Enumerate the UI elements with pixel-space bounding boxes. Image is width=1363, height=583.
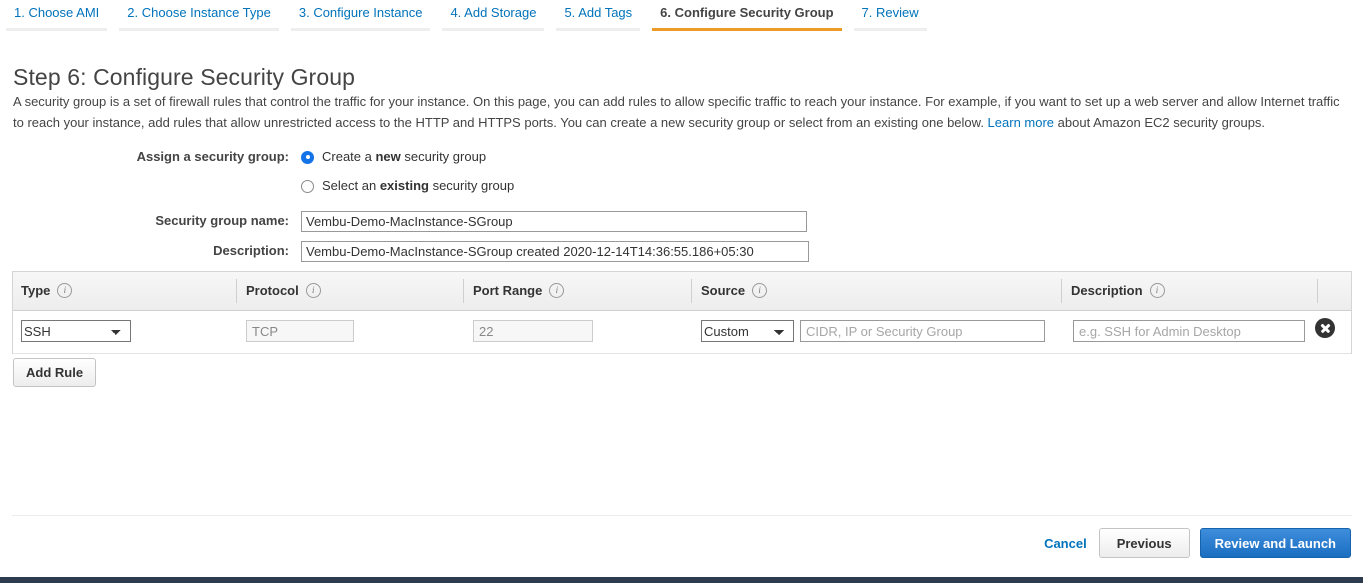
tab-underline xyxy=(119,28,279,31)
footer-divider xyxy=(12,515,1352,516)
learn-more-link[interactable]: Learn more xyxy=(988,115,1054,130)
wizard-tab-bar: 1. Choose AMI 2. Choose Instance Type 3.… xyxy=(0,0,1363,34)
wizard-tab-label: 6. Configure Security Group xyxy=(660,5,834,20)
page-description: A security group is a set of firewall ru… xyxy=(13,91,1353,133)
wizard-tab-label: 2. Choose Instance Type xyxy=(127,5,271,20)
radio-option-create-new[interactable]: Create a new security group xyxy=(301,147,514,167)
wizard-tab-label: 1. Choose AMI xyxy=(14,5,100,20)
tab-underline xyxy=(556,28,641,31)
wizard-tab-label: 3. Configure Instance xyxy=(298,5,423,20)
security-group-description-row: Description: xyxy=(13,241,809,262)
previous-button[interactable]: Previous xyxy=(1098,528,1190,558)
column-header-type-label: Type xyxy=(21,283,51,298)
radio-create-new[interactable] xyxy=(301,150,314,164)
column-header-source: Source i xyxy=(701,283,768,298)
radio-option-select-existing[interactable]: Select an existing security group xyxy=(301,176,514,196)
intro-text-part2: about Amazon EC2 security groups. xyxy=(1054,115,1266,130)
rule-source-cidr-input[interactable] xyxy=(800,320,1045,342)
column-divider xyxy=(463,279,464,303)
wizard-tab-choose-instance-type[interactable]: 2. Choose Instance Type xyxy=(113,0,285,31)
security-group-rules-table: Type i Protocol i Port Range i Source i … xyxy=(12,271,1352,354)
rule-description-input[interactable] xyxy=(1073,320,1305,342)
column-header-source-label: Source xyxy=(701,283,746,298)
cancel-link[interactable]: Cancel xyxy=(1044,536,1087,551)
review-and-launch-button[interactable]: Review and Launch xyxy=(1199,528,1351,558)
radio-select-existing[interactable] xyxy=(301,179,314,193)
security-group-description-input[interactable] xyxy=(301,241,809,262)
tab-underline xyxy=(853,28,927,31)
rule-type-select[interactable]: SSH xyxy=(21,320,131,342)
info-icon-port-range[interactable]: i xyxy=(549,283,565,298)
column-divider xyxy=(236,279,237,303)
info-icon-type[interactable]: i xyxy=(57,283,73,298)
rule-source-type-select[interactable]: Custom xyxy=(701,320,794,342)
wizard-tab-label: 7. Review xyxy=(861,5,919,20)
rules-table-header: Type i Protocol i Port Range i Source i … xyxy=(13,272,1351,311)
assign-security-group-row: Assign a security group: Create a new se… xyxy=(13,147,515,196)
security-group-name-label: Security group name: xyxy=(155,213,289,228)
wizard-tab-choose-ami[interactable]: 1. Choose AMI xyxy=(0,0,113,31)
tab-underline xyxy=(290,28,431,31)
security-group-name-row: Security group name: xyxy=(13,211,807,232)
column-header-description: Description i xyxy=(1071,283,1165,298)
tab-underline xyxy=(442,28,545,31)
wizard-tab-add-storage[interactable]: 4. Add Storage xyxy=(436,0,550,31)
wizard-tab-label: 5. Add Tags xyxy=(564,5,633,20)
info-icon-source[interactable]: i xyxy=(752,283,768,298)
security-group-name-input[interactable] xyxy=(301,211,807,232)
column-divider xyxy=(691,279,692,303)
bottom-status-bar xyxy=(0,577,1363,583)
tab-underline-active xyxy=(652,28,842,31)
column-divider xyxy=(1317,279,1318,303)
wizard-tab-label: 4. Add Storage xyxy=(450,5,537,20)
security-group-description-label: Description: xyxy=(213,243,289,258)
assign-security-group-options: Create a new security group Select an ex… xyxy=(301,147,514,196)
wizard-tab-review[interactable]: 7. Review xyxy=(848,0,933,31)
wizard-tab-configure-instance[interactable]: 3. Configure Instance xyxy=(285,0,437,31)
add-rule-button[interactable]: Add Rule xyxy=(13,358,97,387)
column-header-type: Type i xyxy=(21,283,73,298)
wizard-tab-configure-security-group[interactable]: 6. Configure Security Group xyxy=(646,0,847,31)
column-header-port-range: Port Range i xyxy=(473,283,565,298)
info-icon-description[interactable]: i xyxy=(1149,283,1165,298)
page-title: Step 6: Configure Security Group xyxy=(13,64,355,91)
tab-underline xyxy=(6,28,108,31)
footer-actions: Cancel Previous Review and Launch xyxy=(1044,528,1351,558)
column-header-protocol: Protocol i xyxy=(246,283,321,298)
radio-create-new-label: Create a new security group xyxy=(322,149,487,164)
column-header-protocol-label: Protocol xyxy=(246,283,299,298)
table-row: SSH Custom xyxy=(13,311,1351,354)
column-header-port-range-label: Port Range xyxy=(473,283,543,298)
info-icon-protocol[interactable]: i xyxy=(305,283,321,298)
delete-rule-button[interactable] xyxy=(1315,318,1335,338)
column-header-description-label: Description xyxy=(1071,283,1143,298)
wizard-tab-add-tags[interactable]: 5. Add Tags xyxy=(550,0,646,31)
rule-protocol-input xyxy=(246,320,354,342)
radio-select-existing-label: Select an existing security group xyxy=(322,178,515,193)
assign-security-group-label: Assign a security group: xyxy=(136,149,289,164)
rule-port-range-input xyxy=(473,320,593,342)
column-divider xyxy=(1061,279,1062,303)
